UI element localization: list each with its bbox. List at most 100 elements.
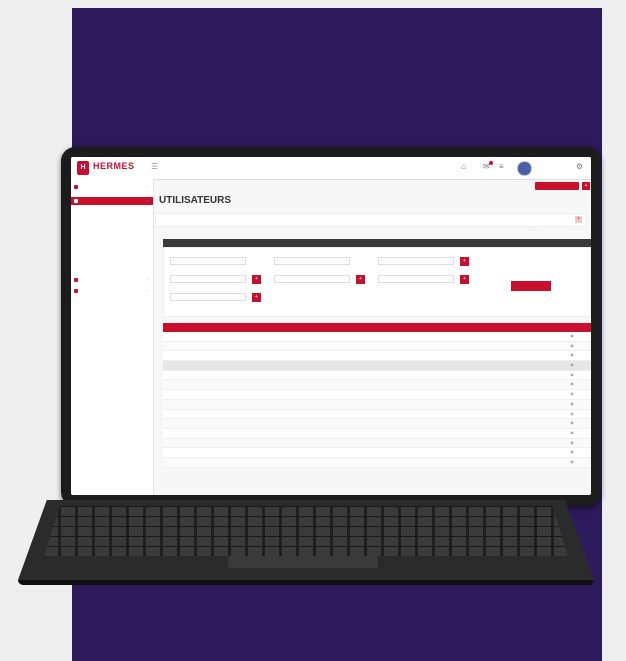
filter-input-secteur[interactable] (378, 275, 454, 283)
eye-icon[interactable]: ◉ (570, 440, 574, 445)
table-cell (445, 419, 497, 428)
toolbar-square-button[interactable]: + (582, 182, 590, 190)
table-cell (393, 332, 445, 341)
filter-input-role[interactable] (378, 257, 454, 265)
view-action[interactable]: ◉ (553, 342, 591, 351)
eye-icon[interactable]: ◉ (570, 343, 574, 348)
sidebar-item[interactable]: › (71, 183, 153, 191)
close-icon[interactable]: × (575, 216, 582, 223)
table-row[interactable]: ◉ (163, 361, 591, 371)
table-cell (393, 458, 445, 467)
column-header[interactable] (393, 323, 445, 332)
view-action[interactable]: ◉ (553, 332, 591, 341)
filter-input-region[interactable] (170, 275, 246, 283)
table-row[interactable]: ◉ (163, 390, 591, 400)
sidebar-item[interactable] (71, 206, 153, 214)
table-cell (277, 410, 337, 419)
add-user-link[interactable] (531, 230, 539, 234)
table-row[interactable]: ◉ (163, 409, 591, 420)
sidebar-item[interactable] (71, 246, 153, 254)
table-cell (197, 458, 277, 467)
table-row[interactable]: ◉ (163, 351, 591, 362)
view-action[interactable]: ◉ (553, 429, 591, 438)
eye-icon[interactable]: ◉ (570, 352, 574, 357)
eye-icon[interactable]: ◉ (570, 381, 574, 386)
table-row[interactable]: ◉ (163, 370, 591, 381)
filter-ville-button[interactable]: + (356, 275, 365, 284)
column-header[interactable] (445, 323, 497, 332)
column-header[interactable] (497, 323, 553, 332)
table-cell (337, 400, 393, 409)
view-action[interactable]: ◉ (553, 400, 591, 409)
view-action[interactable]: ◉ (553, 371, 591, 380)
view-action[interactable]: ◉ (553, 410, 591, 419)
sidebar-item[interactable] (71, 222, 153, 230)
table-row[interactable]: ◉ (163, 341, 591, 352)
filter-statut-button[interactable]: + (252, 293, 261, 302)
settings-icon[interactable]: ⚙ (576, 163, 583, 171)
table-cell (497, 419, 553, 428)
filter-input-prenom[interactable] (274, 257, 350, 265)
view-action[interactable]: ◉ (553, 380, 591, 389)
table-cell (277, 429, 337, 438)
filter-secteur-button[interactable]: + (460, 275, 469, 284)
view-action[interactable]: ◉ (553, 419, 591, 428)
table-row[interactable]: ◉ (163, 380, 591, 391)
view-action[interactable]: ◉ (553, 361, 591, 370)
view-action[interactable]: ◉ (553, 448, 591, 457)
table-cell (497, 400, 553, 409)
column-header[interactable] (277, 323, 337, 332)
table-row[interactable]: ◉ (163, 428, 591, 439)
table-row[interactable]: ◉ (163, 419, 591, 429)
table-cell (393, 410, 445, 419)
view-action[interactable]: ◉ (553, 439, 591, 448)
table-cell (277, 380, 337, 389)
sidebar-item[interactable]: › (71, 197, 153, 205)
view-action[interactable]: ◉ (553, 458, 591, 467)
filter-submit-button[interactable] (511, 281, 551, 291)
column-header[interactable] (197, 323, 277, 332)
eye-icon[interactable]: ◉ (570, 459, 574, 464)
eye-icon[interactable]: ◉ (570, 411, 574, 416)
chevron-right-icon: › (146, 184, 148, 189)
table-cell (445, 400, 497, 409)
eye-icon[interactable]: ◉ (570, 449, 574, 454)
user-icon[interactable]: ⌂ (461, 163, 466, 171)
mail-icon[interactable]: ≡ (499, 163, 504, 171)
table-row[interactable]: ◉ (163, 332, 591, 342)
filter-role-button[interactable]: + (460, 257, 469, 266)
filter-input-nom[interactable] (170, 257, 246, 265)
breadcrumb-action-button[interactable] (535, 182, 579, 190)
sidebar-item[interactable] (71, 262, 153, 270)
eye-icon[interactable]: ◉ (570, 430, 574, 435)
view-action[interactable]: ◉ (553, 390, 591, 399)
column-header[interactable] (337, 323, 393, 332)
eye-icon[interactable]: ◉ (570, 420, 574, 425)
sidebar-item[interactable] (71, 214, 153, 222)
sidebar-item[interactable]: › (71, 276, 153, 284)
table-cell (497, 429, 553, 438)
view-action[interactable]: ◉ (553, 351, 591, 360)
filter-region-button[interactable]: + (252, 275, 261, 284)
eye-icon[interactable]: ◉ (570, 372, 574, 377)
eye-icon[interactable]: ◉ (570, 401, 574, 406)
column-header[interactable] (163, 323, 197, 332)
sidebar-item[interactable] (71, 254, 153, 262)
table-row[interactable]: ◉ (163, 457, 591, 468)
table-row[interactable]: ◉ (163, 438, 591, 449)
table-row[interactable]: ◉ (163, 399, 591, 410)
sidebar-item[interactable]: › (71, 287, 153, 295)
filter-input-ville[interactable] (274, 275, 350, 283)
filter-input-statut[interactable] (170, 293, 246, 301)
eye-icon[interactable]: ◉ (570, 391, 574, 396)
sidebar-item[interactable] (71, 230, 153, 238)
column-header[interactable] (553, 323, 591, 332)
table-cell (393, 380, 445, 389)
menu-icon[interactable]: ☰ (151, 163, 159, 172)
eye-icon[interactable]: ◉ (570, 333, 574, 338)
table-row[interactable]: ◉ (163, 448, 591, 458)
table-cell (393, 448, 445, 457)
avatar[interactable] (517, 161, 532, 176)
eye-icon[interactable]: ◉ (570, 362, 574, 367)
sidebar-item[interactable] (71, 238, 153, 246)
